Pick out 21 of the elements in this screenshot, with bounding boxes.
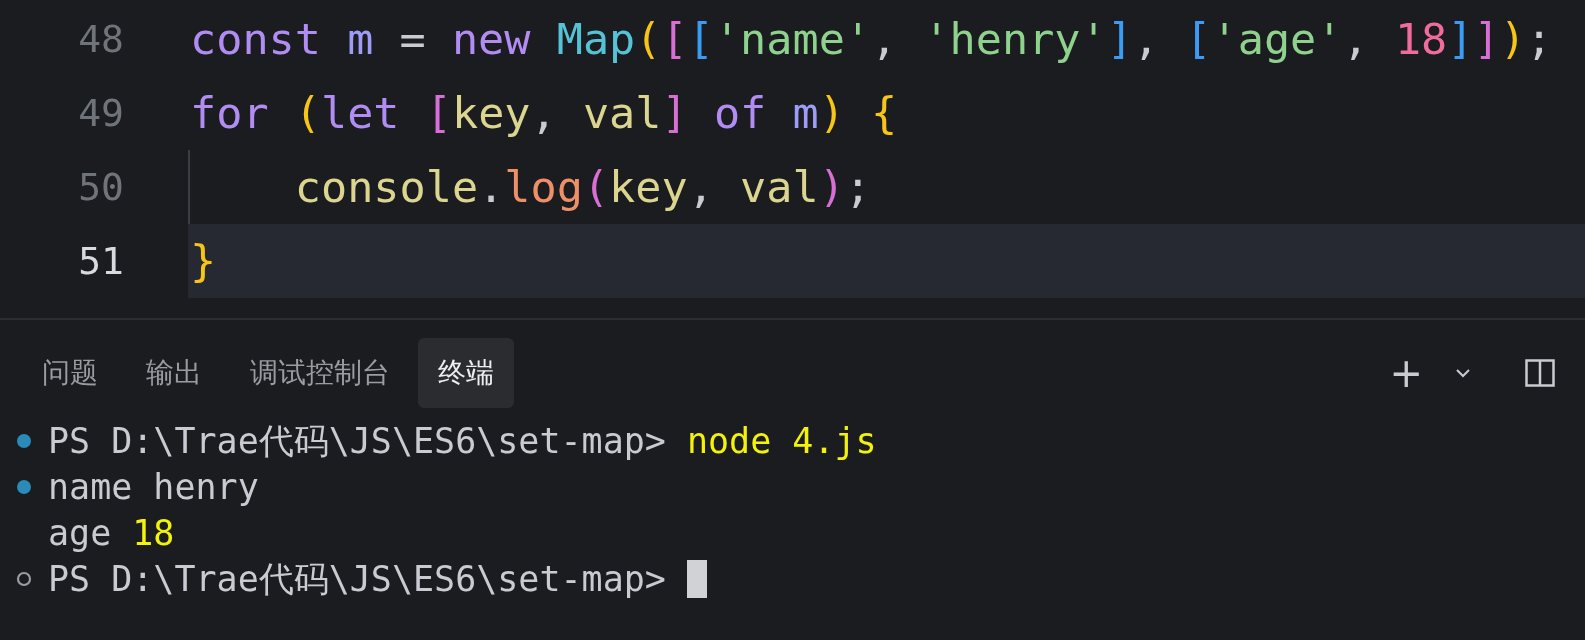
panel-tab[interactable]: 终端	[418, 338, 514, 408]
chevron-down-icon[interactable]	[1455, 368, 1471, 378]
terminal-line: PS D:\Trae代码\JS\ES6\set-map> node 4.js	[48, 419, 877, 463]
panel-tab[interactable]: 调试控制台	[230, 338, 410, 408]
code-line: }	[190, 235, 217, 288]
line-number: 48	[77, 17, 125, 61]
success-dot-icon	[16, 479, 32, 495]
line-number: 49	[77, 91, 125, 135]
code-line: const m = new Map([['name', 'henry'], ['age', 18]]);	[190, 13, 1553, 66]
line-number: 51	[77, 239, 125, 283]
new-terminal-button[interactable]: +	[1389, 353, 1423, 393]
panel-tab[interactable]: 输出	[126, 338, 222, 408]
split-panel-icon[interactable]	[1525, 359, 1555, 387]
panel-tab[interactable]: 问题	[22, 338, 118, 408]
terminal-line: name henry	[48, 467, 259, 507]
line-number: 50	[77, 165, 125, 209]
code-line: for (let [key, val] of m) {	[190, 87, 898, 140]
terminal-line: PS D:\Trae代码\JS\ES6\set-map>	[48, 557, 667, 601]
circle-outline-icon	[16, 571, 32, 587]
success-dot-icon	[16, 433, 32, 449]
terminal-line: age 18	[48, 513, 175, 553]
